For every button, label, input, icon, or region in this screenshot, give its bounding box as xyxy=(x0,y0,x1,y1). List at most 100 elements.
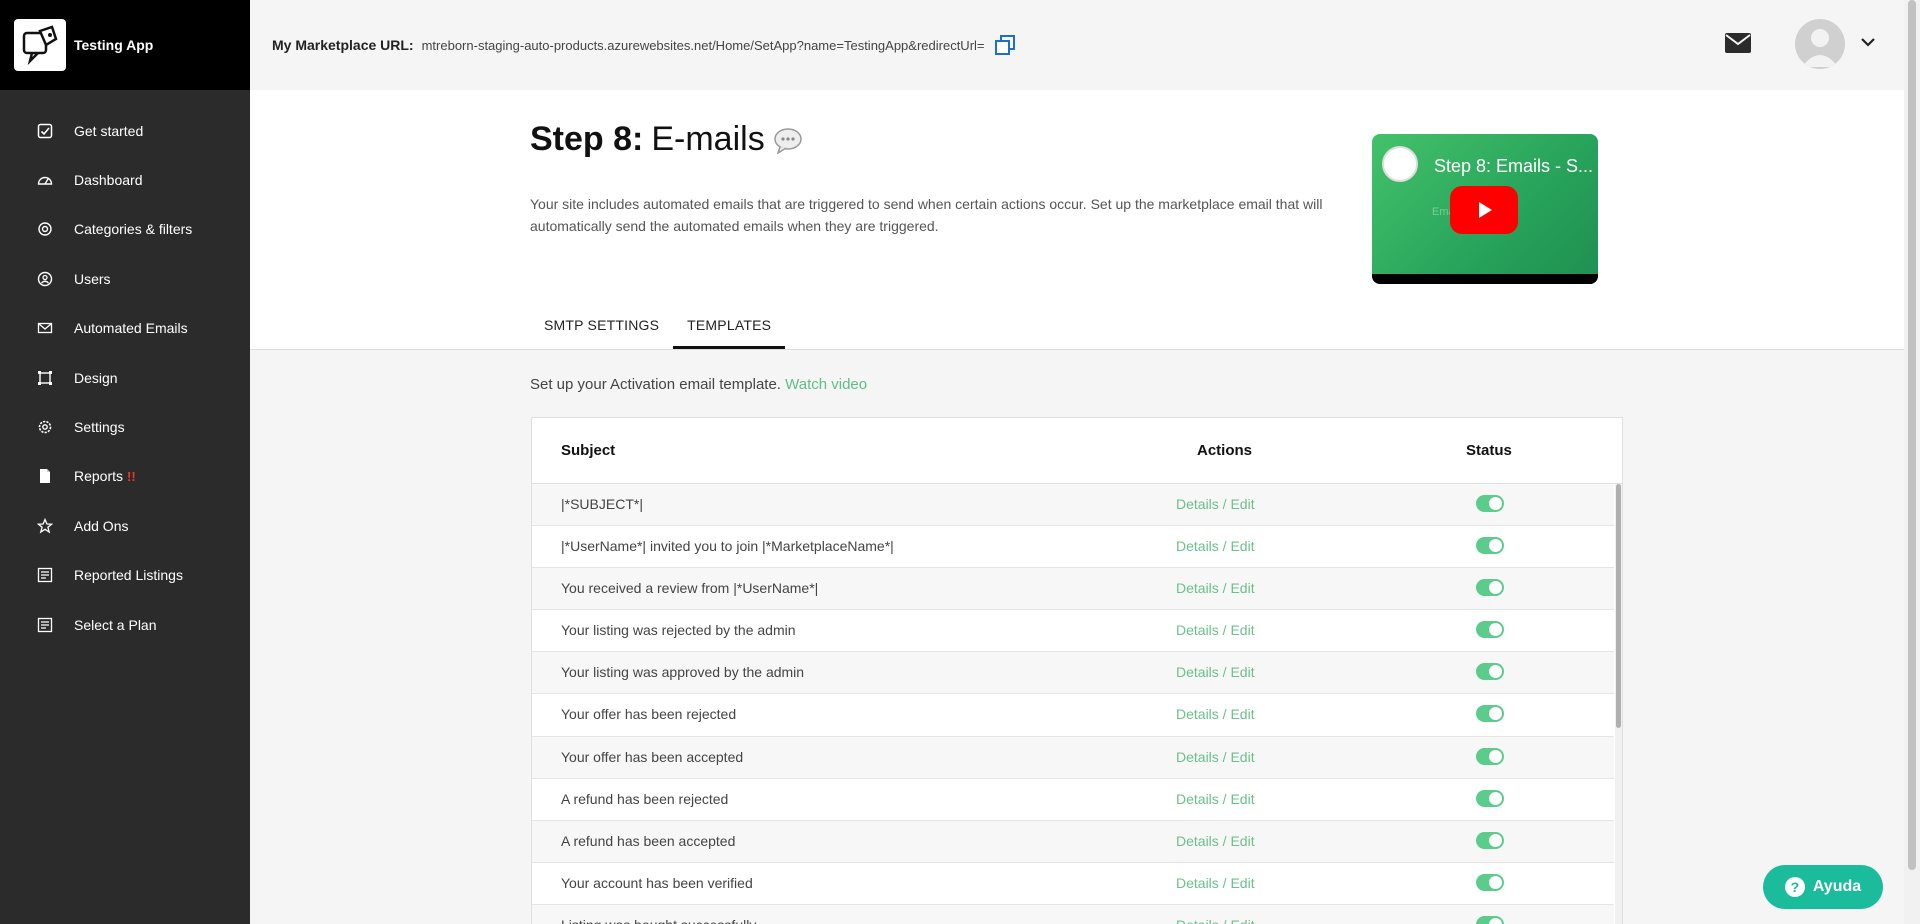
mail-icon[interactable] xyxy=(1724,32,1752,54)
user-circle-icon xyxy=(36,270,54,288)
sidebar-item-automated-emails[interactable]: Automated Emails xyxy=(0,304,250,353)
chevron-down-icon[interactable] xyxy=(1860,34,1876,50)
document-icon xyxy=(36,467,54,485)
details-edit-link[interactable]: Details / Edit xyxy=(1176,580,1255,596)
sidebar-nav: Get started Dashboard Categories & filte… xyxy=(0,106,250,649)
details-edit-link[interactable]: Details / Edit xyxy=(1176,538,1255,554)
chat-bubble-icon[interactable] xyxy=(773,126,803,154)
row-subject: Listing was bought successfully xyxy=(561,917,756,924)
sidebar-item-dashboard[interactable]: Dashboard xyxy=(0,155,250,204)
sidebar-item-settings[interactable]: Settings xyxy=(0,402,250,451)
copy-icon[interactable] xyxy=(993,33,1017,57)
status-toggle[interactable] xyxy=(1476,705,1504,723)
table-row: A refund has been accepted Details / Edit xyxy=(532,820,1614,863)
templates-intro: Set up your Activation email template. W… xyxy=(530,376,867,393)
sidebar-item-label: Get started xyxy=(74,122,144,139)
table-row: Your account has been verified Details / … xyxy=(532,863,1614,905)
status-toggle[interactable] xyxy=(1476,915,1504,924)
status-toggle[interactable] xyxy=(1476,537,1504,555)
play-icon[interactable] xyxy=(1450,186,1518,234)
check-square-icon xyxy=(36,122,54,140)
page-scrollbar[interactable] xyxy=(1904,0,1920,924)
row-subject: Your offer has been accepted xyxy=(561,748,744,765)
marketplace-url-value[interactable]: mtreborn-staging-auto-products.azurewebs… xyxy=(422,38,985,53)
row-subject: |*SUBJECT*| xyxy=(561,496,643,512)
status-toggle[interactable] xyxy=(1476,789,1504,807)
status-toggle[interactable] xyxy=(1476,621,1504,639)
help-label: Ayuda xyxy=(1812,878,1862,895)
status-toggle[interactable] xyxy=(1476,495,1504,512)
sidebar-item-reports[interactable]: Reports !! xyxy=(0,452,250,501)
app-logo-icon xyxy=(14,19,66,71)
details-edit-link[interactable]: Details / Edit xyxy=(1176,917,1255,924)
details-edit-link[interactable]: Details / Edit xyxy=(1176,622,1255,638)
page-title: Step 8: E-mails xyxy=(530,120,803,159)
column-subject: Subject xyxy=(561,442,616,459)
watch-video-link[interactable]: Watch video xyxy=(785,376,867,393)
table-row: Your listing was rejected by the admin De… xyxy=(532,610,1614,653)
status-toggle[interactable] xyxy=(1476,831,1504,849)
help-button[interactable]: ? Ayuda xyxy=(1763,865,1883,909)
envelope-icon xyxy=(36,319,54,337)
sidebar-item-label: Reported Listings xyxy=(74,567,183,584)
tab-smtp-settings[interactable]: SMTP SETTINGS xyxy=(530,305,673,349)
status-toggle[interactable] xyxy=(1476,663,1504,681)
table-scrollbar[interactable] xyxy=(1615,484,1622,924)
frame-icon xyxy=(36,369,54,387)
sidebar-item-label: Categories & filters xyxy=(74,221,193,238)
table-scrollbar-thumb[interactable] xyxy=(1616,484,1621,728)
sidebar-item-label: Dashboard xyxy=(74,172,143,189)
tab-templates[interactable]: TEMPLATES xyxy=(673,305,786,349)
topbar: My Marketplace URL: mtreborn-staging-aut… xyxy=(250,0,1904,90)
intro-text: Set up your Activation email template. xyxy=(530,376,781,393)
sidebar-item-design[interactable]: Design xyxy=(0,353,250,402)
sidebar-item-get-started[interactable]: Get started xyxy=(0,106,250,155)
details-edit-link[interactable]: Details / Edit xyxy=(1176,833,1255,849)
brand[interactable]: Testing App xyxy=(0,0,250,90)
table-row: Your listing was approved by the admin De… xyxy=(532,652,1614,695)
sidebar-item-reported-listings[interactable]: Reported Listings xyxy=(0,551,250,600)
table-row: Your offer has been rejected Details / Ed… xyxy=(532,694,1614,737)
details-edit-link[interactable]: Details / Edit xyxy=(1176,875,1255,891)
row-subject: You received a review from |*UserName*| xyxy=(561,580,819,597)
status-toggle[interactable] xyxy=(1476,579,1504,597)
main-content: Step 8: E-mails Your site includes autom… xyxy=(250,90,1904,924)
channel-logo-icon xyxy=(1382,146,1418,182)
sidebar-item-select-plan[interactable]: Select a Plan xyxy=(0,600,250,649)
column-status: Status xyxy=(1466,442,1512,459)
column-actions: Actions xyxy=(1197,442,1253,459)
tabs-divider xyxy=(250,349,1904,350)
gauge-icon xyxy=(36,171,54,189)
target-icon xyxy=(36,220,54,238)
details-edit-link[interactable]: Details / Edit xyxy=(1176,664,1255,680)
email-templates-table: Subject Actions Status |*SUBJECT*| Detail… xyxy=(531,417,1623,924)
step-name: E-mails xyxy=(651,120,765,158)
video-title: Step 8: Emails - S... xyxy=(1434,156,1594,176)
sidebar: Testing App Get started Dashboard Catego… xyxy=(0,0,250,924)
status-toggle[interactable] xyxy=(1476,873,1504,891)
marketplace-url-label: My Marketplace URL: xyxy=(272,37,414,53)
sidebar-item-users[interactable]: Users xyxy=(0,254,250,303)
details-edit-link[interactable]: Details / Edit xyxy=(1176,749,1255,765)
sidebar-item-label: Settings xyxy=(74,419,125,436)
avatar[interactable] xyxy=(1795,19,1845,69)
step-description: Your site includes automated emails that… xyxy=(530,196,1323,234)
sidebar-item-add-ons[interactable]: Add Ons xyxy=(0,501,250,550)
video-thumbnail[interactable]: Step 8: Emails - S... Email Settings xyxy=(1372,134,1598,284)
table-row: |*UserName*| invited you to join |*Marke… xyxy=(532,526,1614,569)
status-toggle[interactable] xyxy=(1476,747,1504,765)
sidebar-item-label: Design xyxy=(74,369,118,386)
details-edit-link[interactable]: Details / Edit xyxy=(1176,496,1255,512)
table-row: Listing was bought successfully Details /… xyxy=(532,904,1614,924)
alert-badge: !! xyxy=(127,468,136,484)
sidebar-item-label: Select a Plan xyxy=(74,616,157,633)
row-subject: |*UserName*| invited you to join |*Marke… xyxy=(561,538,894,555)
row-subject: A refund has been rejected xyxy=(561,790,729,807)
table-row: |*SUBJECT*| Details / Edit xyxy=(532,484,1614,527)
details-edit-link[interactable]: Details / Edit xyxy=(1176,706,1255,722)
details-edit-link[interactable]: Details / Edit xyxy=(1176,791,1255,807)
page-scrollbar-thumb[interactable] xyxy=(1908,0,1916,870)
table-header: Subject Actions Status xyxy=(532,418,1622,484)
step-prefix: Step 8: xyxy=(530,120,644,158)
sidebar-item-categories[interactable]: Categories & filters xyxy=(0,205,250,254)
